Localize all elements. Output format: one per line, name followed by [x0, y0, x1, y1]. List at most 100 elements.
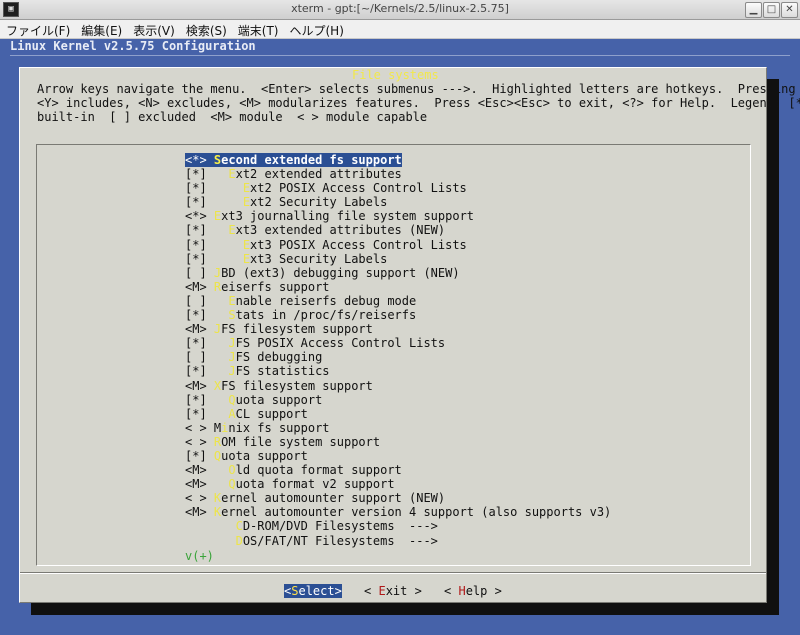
menu-terminal[interactable]: 端末(T) [232, 22, 284, 40]
item-text: CL support [235, 406, 308, 421]
menu-item[interactable]: <M> Kernel automounter version 4 support… [185, 505, 611, 519]
menu-item[interactable]: [ ] JFS debugging [185, 350, 611, 364]
maximize-button[interactable]: □ [763, 2, 780, 18]
item-indent [207, 519, 236, 533]
menu-item[interactable]: [*] Quota support [185, 449, 611, 463]
item-indent: M [206, 420, 222, 435]
menu-item[interactable]: [*] JFS statistics [185, 364, 611, 378]
item-text: ld quota format support [235, 463, 402, 478]
item-marker: [*] [185, 392, 207, 407]
item-hotkey: E [228, 223, 236, 238]
item-indent [207, 364, 229, 378]
item-hotkey: E [242, 181, 251, 196]
item-indent [207, 209, 214, 223]
item-hotkey: A [228, 406, 236, 421]
item-label: Old quota format support [207, 463, 402, 478]
item-label: JFS statistics [207, 364, 329, 378]
item-indent [207, 223, 229, 237]
item-label: Quota support [207, 449, 308, 463]
menu-item[interactable]: [*] Stats in /proc/fs/reiserfs [185, 308, 611, 322]
menu-item[interactable]: < > Minix fs support [185, 421, 611, 435]
menu-item[interactable]: [*] ACL support [185, 407, 611, 421]
item-text: FS POSIX Access Control Lists [235, 336, 446, 351]
menu-items: <*> Second extended fs support [*] Ext2 e… [185, 153, 611, 548]
item-indent [207, 322, 214, 336]
filesystems-dialog: Arrow keys navigate the menu. <Enter> se… [19, 67, 800, 603]
menu-item[interactable]: <*> Second extended fs support [185, 153, 611, 167]
menu-item[interactable]: [*] Ext2 extended attributes [185, 167, 611, 181]
help-button[interactable]: < Help > [444, 584, 502, 598]
menu-view[interactable]: 表示(V) [127, 22, 180, 40]
item-indent [207, 477, 229, 491]
item-indent [207, 308, 229, 322]
item-label: Stats in /proc/fs/reiserfs [207, 308, 416, 322]
item-label: Quota support [207, 392, 322, 407]
item-indent [207, 379, 214, 393]
item-text: xt2 Security Labels [250, 195, 388, 210]
terminal-area[interactable]: Linux Kernel v2.5.75 Configuration Arrow… [0, 39, 800, 635]
menu-item[interactable]: <*> Ext3 journalling file system support [185, 209, 611, 223]
button-hotkey: E [378, 584, 386, 598]
menu-item[interactable]: [*] JFS POSIX Access Control Lists [185, 336, 611, 350]
item-text: D-ROM/DVD Filesystems ---> [242, 519, 438, 534]
item-hotkey: Q [228, 392, 236, 407]
item-text: xt3 Security Labels [250, 251, 388, 266]
item-indent [207, 350, 229, 364]
button-label: elect> [298, 584, 342, 598]
menu-item[interactable]: [*] Ext2 POSIX Access Control Lists [185, 181, 611, 195]
menu-item[interactable]: <M> Old quota format support [185, 463, 611, 477]
menu-item[interactable]: [*] Quota support [185, 393, 611, 407]
item-text: xt2 extended attributes [235, 167, 402, 182]
menu-item[interactable]: [ ] JBD (ext3) debugging support (NEW) [185, 266, 611, 280]
select-button[interactable]: <Select> [284, 584, 342, 598]
scroll-more-indicator: v(+) [185, 549, 214, 563]
item-label: Second extended fs support [206, 153, 402, 167]
item-marker: < > [185, 420, 207, 435]
button-hotkey: H [458, 584, 466, 598]
item-text: ernel automounter support (NEW) [221, 491, 446, 506]
item-text: xt2 POSIX Access Control Lists [250, 181, 467, 196]
item-label: Ext2 Security Labels [207, 195, 388, 209]
menu-item[interactable]: < > Kernel automounter support (NEW) [185, 491, 611, 505]
item-hotkey: E [228, 167, 236, 182]
menu-item[interactable]: <M> Reiserfs support [185, 280, 611, 294]
item-marker: <*> [185, 209, 207, 224]
item-marker: [*] [185, 448, 207, 463]
title-bar[interactable]: ▣ xterm - gpt:[~/Kernels/2.5/linux-2.5.7… [0, 0, 800, 20]
item-indent [207, 534, 236, 548]
item-text: FS debugging [235, 350, 323, 365]
item-label: Quota format v2 support [207, 477, 394, 491]
item-marker: < > [185, 434, 207, 449]
menu-item[interactable]: <M> Quota format v2 support [185, 477, 611, 491]
menu-item[interactable]: [*] Ext3 Security Labels [185, 252, 611, 266]
item-label: Ext3 extended attributes (NEW) [207, 223, 445, 237]
item-label: Ext3 journalling file system support [207, 209, 474, 223]
item-text: xt3 extended attributes (NEW) [235, 223, 446, 238]
exit-button[interactable]: < Exit > [364, 584, 422, 598]
minimize-button[interactable]: ▁ [745, 2, 762, 18]
menu-help[interactable]: ヘルプ(H) [284, 22, 349, 40]
menu-file[interactable]: ファイル(F) [0, 22, 75, 40]
close-button[interactable]: ✕ [781, 2, 798, 18]
item-marker: [*] [185, 181, 207, 196]
item-hotkey: D [235, 533, 243, 548]
item-label: ACL support [207, 406, 308, 421]
menu-item[interactable]: CD-ROM/DVD Filesystems ---> [185, 519, 611, 533]
item-marker: <M> [185, 279, 207, 294]
item-hotkey: E [228, 293, 236, 308]
item-marker: [*] [185, 223, 207, 238]
item-text: OM file system support [221, 434, 381, 449]
menu-search[interactable]: 検索(S) [180, 22, 232, 40]
menu-edit[interactable]: 編集(E) [75, 22, 127, 40]
menu-item[interactable]: DOS/FAT/NT Filesystems ---> [185, 534, 611, 548]
menu-item[interactable]: [*] Ext3 POSIX Access Control Lists [185, 238, 611, 252]
help-line: built-in [ ] excluded <M> module < > mod… [37, 110, 428, 124]
menu-item[interactable]: [*] Ext3 extended attributes (NEW) [185, 223, 611, 237]
menu-item[interactable]: < > ROM file system support [185, 435, 611, 449]
button-label: elp > [465, 584, 502, 598]
item-marker [185, 519, 207, 533]
menu-item[interactable]: <M> JFS filesystem support [185, 322, 611, 336]
menu-item[interactable]: [ ] Enable reiserfs debug mode [185, 294, 611, 308]
menu-item[interactable]: <M> XFS filesystem support [185, 379, 611, 393]
menu-item[interactable]: [*] Ext2 Security Labels [185, 195, 611, 209]
